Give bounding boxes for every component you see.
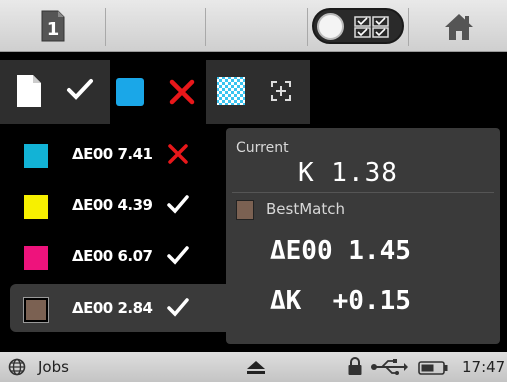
list-item[interactable]: ΔE00 6.07 — [10, 232, 228, 280]
toolbar-divider — [105, 8, 106, 46]
check-icon — [66, 78, 94, 106]
list-item[interactable]: ΔE00 4.39 — [10, 181, 228, 229]
clock-time: 17:47 — [462, 358, 506, 376]
usb-icon — [370, 359, 408, 375]
tab-sample[interactable] — [110, 60, 206, 124]
tab-standard[interactable] — [0, 60, 110, 124]
list-item-selected[interactable]: ΔE00 2.84 — [10, 284, 246, 332]
delta-k-stat: ΔK +0.15 — [270, 286, 411, 316]
delta-e-value: ΔE00 7.41 — [72, 145, 153, 163]
detail-panel: Current K 1.38 BestMatch ΔE00 1.45 ΔK +0… — [226, 128, 500, 344]
eject-icon[interactable] — [246, 360, 266, 374]
delta-e-value: ΔE00 2.84 — [72, 299, 153, 317]
lock-icon — [348, 357, 362, 376]
delta-e-stat: ΔE00 1.45 — [270, 236, 411, 266]
checklist-grid-icon — [354, 16, 390, 38]
x-icon — [166, 142, 190, 166]
color-swatch — [24, 195, 48, 219]
page-number-icon[interactable]: 1 — [40, 9, 66, 43]
best-match-label: BestMatch — [266, 200, 345, 218]
checkered-icon — [216, 76, 246, 110]
top-toolbar: 1 — [0, 0, 507, 52]
panel-divider — [232, 192, 494, 193]
measurement-list: ΔE00 7.41 ΔE00 4.39 ΔE00 6.07 ΔE00 2.84 — [0, 124, 246, 350]
cyan-square-icon — [116, 78, 144, 106]
tab-pattern[interactable] — [206, 60, 310, 124]
delta-e-value: ΔE00 4.39 — [72, 196, 153, 214]
x-icon — [168, 78, 196, 110]
home-icon[interactable] — [443, 12, 475, 42]
page-number-text: 1 — [47, 19, 60, 40]
status-bar: Jobs 17:47 — [0, 352, 507, 382]
measurement-tabs — [0, 52, 507, 124]
view-mode-toggle[interactable] — [312, 8, 404, 44]
toggle-knob — [317, 13, 344, 40]
toolbar-divider — [205, 8, 206, 46]
list-item[interactable]: ΔE00 7.41 — [10, 130, 228, 178]
color-swatch — [23, 297, 49, 323]
globe-icon[interactable] — [8, 358, 26, 376]
delta-e-value: ΔE00 6.07 — [72, 247, 153, 265]
document-icon — [16, 74, 42, 112]
check-icon — [166, 296, 190, 320]
toolbar-divider — [408, 8, 409, 46]
toolbar-divider — [307, 8, 308, 46]
current-label: Current — [236, 140, 289, 156]
crosshair-icon[interactable] — [270, 80, 292, 106]
check-icon — [166, 193, 190, 217]
current-value: K 1.38 — [298, 158, 398, 188]
color-swatch — [24, 246, 48, 270]
color-swatch — [24, 144, 48, 168]
check-icon — [166, 244, 190, 268]
battery-icon — [418, 360, 448, 375]
best-match-swatch — [236, 200, 254, 220]
jobs-label[interactable]: Jobs — [38, 358, 69, 376]
